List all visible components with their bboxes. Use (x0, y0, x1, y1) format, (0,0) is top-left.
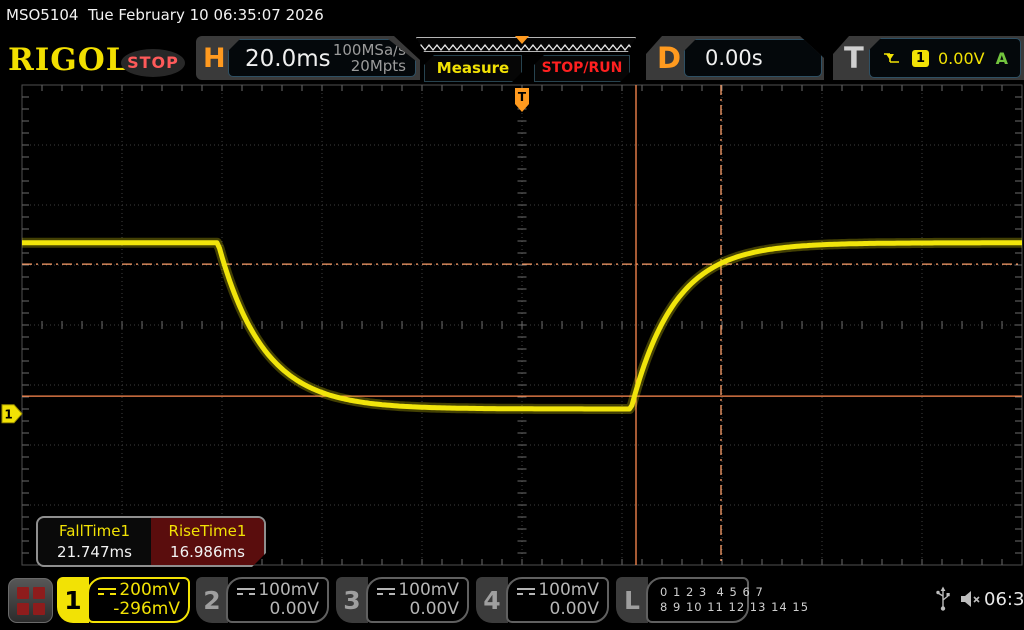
measurement-value: 21.747ms (38, 543, 151, 561)
trigger-position-marker: T (515, 88, 529, 112)
channel-2-number: 2 (196, 577, 228, 623)
dc-coupling-icon (98, 588, 116, 599)
logic-row-0-7: 0 1 2 3 4 5 6 7 (648, 585, 739, 600)
svg-text:1: 1 (4, 407, 12, 421)
menu-grid-icon (17, 587, 45, 615)
measurement-value: 16.986ms (151, 543, 264, 561)
logic-channels-box[interactable]: L 0 1 2 3 4 5 6 7 8 9 10 11 12 13 14 15 (616, 577, 749, 623)
measurement-risetime-cell[interactable]: RiseTime1 16.986ms (151, 518, 264, 565)
channel-offset: 0.00V (508, 600, 599, 619)
svg-text:T: T (518, 90, 527, 104)
measurement-results-panel[interactable]: FallTime1 21.747ms RiseTime1 16.986ms (36, 516, 266, 567)
channel-2-box[interactable]: 2 100mV 0.00V (196, 577, 329, 623)
channel-4-number: 4 (476, 577, 508, 623)
logic-row-8-15: 8 9 10 11 12 13 14 15 (648, 600, 739, 615)
channel-3-number: 3 (336, 577, 368, 623)
system-clock: 06:34 (984, 589, 1024, 610)
channel-1-box[interactable]: 1 200mV -296mV (57, 577, 190, 623)
channel-1-number: 1 (57, 577, 89, 623)
measurement-falltime-cell[interactable]: FallTime1 21.747ms (38, 518, 151, 565)
dc-coupling-icon (237, 588, 255, 599)
channel-3-box[interactable]: 3 100mV 0.00V (336, 577, 469, 623)
measurement-name: FallTime1 (38, 522, 151, 540)
channel-1-ground-marker: 1 (2, 405, 22, 423)
measurement-name: RiseTime1 (151, 522, 264, 540)
speaker-muted-icon[interactable] (959, 590, 983, 608)
usb-icon (936, 586, 950, 612)
dc-coupling-icon (517, 588, 535, 599)
channel-offset: 0.00V (228, 600, 319, 619)
oscilloscope-screen: MSO5104 Tue February 10 06:35:07 2026 RI… (0, 0, 1024, 630)
menu-button[interactable] (8, 578, 53, 623)
channel-offset: -296mV (89, 600, 180, 619)
channel-4-box[interactable]: 4 100mV 0.00V (476, 577, 609, 623)
dc-coupling-icon (377, 588, 395, 599)
channel-offset: 0.00V (368, 600, 459, 619)
logic-label: L (616, 577, 648, 623)
